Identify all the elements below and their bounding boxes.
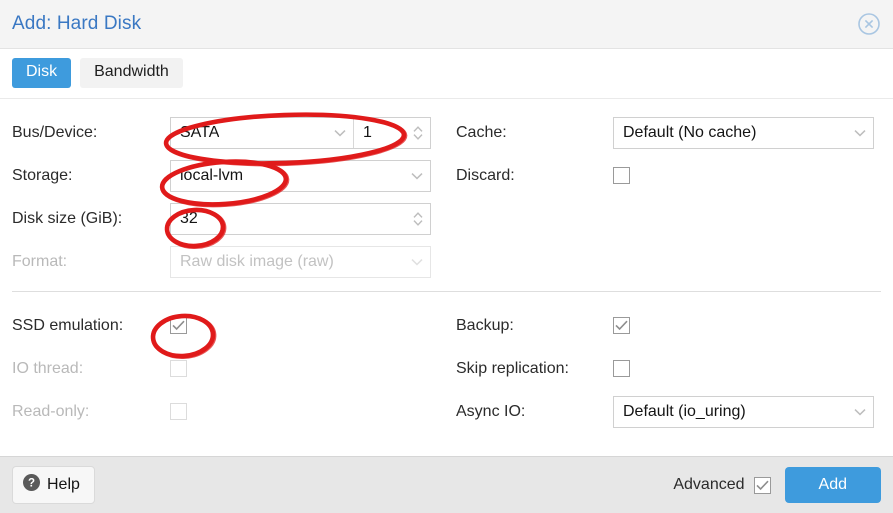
disk-size-value: 32 — [180, 209, 198, 227]
label-io-thread: IO thread: — [12, 359, 84, 377]
label-bus-device: Bus/Device: — [12, 123, 98, 141]
tab-bandwidth[interactable]: Bandwidth — [80, 58, 183, 89]
field-row-read-only: Read-only: — [12, 390, 446, 433]
dialog-title: Add: Hard Disk — [12, 13, 142, 34]
field-row-format: Format: Raw disk image (raw) — [12, 240, 446, 283]
read-only-checkbox — [170, 403, 187, 421]
stepper-arrows-icon[interactable] — [406, 124, 430, 142]
field-row-skip-replication: Skip replication: — [456, 347, 892, 390]
tab-bar: Disk Bandwidth — [0, 49, 893, 100]
field-row-async-io: Async IO: Default (io_uring) — [456, 390, 892, 433]
chevron-down-icon — [327, 129, 353, 137]
label-storage: Storage: — [12, 166, 73, 184]
field-row-bus-device: Bus/Device: SATA 1 — [12, 111, 446, 154]
close-circle-icon[interactable] — [857, 12, 881, 36]
storage-value: local-lvm — [180, 166, 244, 184]
form-column-left: Bus/Device: SATA 1 Storage: local-lvm Di… — [0, 111, 446, 283]
label-discard: Discard: — [456, 166, 515, 184]
question-mark-circle-icon: ? — [23, 474, 40, 496]
device-number-value: 1 — [363, 123, 372, 141]
chevron-down-icon — [847, 129, 873, 137]
add-button[interactable]: Add — [784, 467, 881, 503]
discard-checkbox[interactable] — [613, 167, 630, 185]
chevron-down-icon — [404, 172, 430, 180]
label-ssd-emulation: SSD emulation: — [12, 316, 124, 334]
add-hard-disk-dialog: Add: Hard Disk Disk Bandwidth Bus/Device… — [0, 0, 893, 513]
field-row-discard: Discard: — [456, 154, 892, 197]
label-backup: Backup: — [456, 316, 514, 334]
async-io-field[interactable]: Default (io_uring) — [613, 395, 874, 428]
io-thread-checkbox — [170, 360, 187, 378]
bus-device-field[interactable]: SATA 1 — [170, 116, 431, 149]
skip-replication-checkbox[interactable] — [613, 360, 630, 378]
cache-value: Default (No cache) — [623, 123, 757, 141]
label-disk-size: Disk size (GiB): — [12, 209, 123, 227]
field-row-disk-size: Disk size (GiB): 32 — [12, 197, 446, 240]
device-number-stepper[interactable]: 1 — [354, 118, 430, 148]
chevron-down-icon — [404, 258, 430, 266]
form-column-left-lower: SSD emulation: IO thread: Read-only: — [0, 304, 446, 433]
form-lower: SSD emulation: IO thread: Read-only: Bac… — [0, 292, 893, 433]
label-async-io: Async IO: — [456, 402, 526, 420]
disk-size-field[interactable]: 32 — [170, 202, 431, 235]
help-button-label: Help — [47, 476, 80, 493]
field-row-storage: Storage: local-lvm — [12, 154, 446, 197]
form-column-right-lower: Backup: Skip replication: Async IO: Defa… — [446, 304, 892, 433]
advanced-checkbox[interactable] — [753, 476, 771, 494]
dialog-body: Bus/Device: SATA 1 Storage: local-lvm Di… — [0, 99, 893, 456]
field-row-io-thread: IO thread: — [12, 347, 446, 390]
bus-select[interactable]: SATA — [171, 117, 354, 148]
async-io-value: Default (io_uring) — [623, 402, 746, 420]
bus-select-value: SATA — [180, 123, 220, 141]
storage-field[interactable]: local-lvm — [170, 159, 431, 192]
svg-text:?: ? — [28, 478, 35, 490]
field-row-ssd-emulation: SSD emulation: — [12, 304, 446, 347]
tab-disk[interactable]: Disk — [12, 58, 72, 89]
label-skip-replication: Skip replication: — [456, 359, 569, 377]
cache-field[interactable]: Default (No cache) — [613, 116, 874, 149]
field-row-cache: Cache: Default (No cache) — [456, 111, 892, 154]
stepper-arrows-icon[interactable] — [406, 210, 430, 228]
form-upper: Bus/Device: SATA 1 Storage: local-lvm Di… — [0, 99, 893, 283]
format-value: Raw disk image (raw) — [180, 252, 334, 270]
field-row-backup: Backup: — [456, 304, 892, 347]
chevron-down-icon — [847, 408, 873, 416]
dialog-header: Add: Hard Disk — [0, 0, 893, 49]
advanced-label: Advanced — [673, 476, 745, 493]
ssd-emulation-checkbox[interactable] — [170, 317, 187, 335]
help-button[interactable]: ? Help — [12, 466, 95, 504]
advanced-toggle[interactable]: Advanced — [673, 476, 771, 494]
dialog-footer: ? Help Advanced Add — [0, 456, 893, 513]
backup-checkbox[interactable] — [613, 317, 630, 335]
label-cache: Cache: — [456, 123, 507, 141]
form-column-right: Cache: Default (No cache) Discard: — [446, 111, 892, 283]
format-field: Raw disk image (raw) — [170, 245, 431, 278]
label-read-only: Read-only: — [12, 402, 90, 420]
label-format: Format: — [12, 252, 68, 270]
